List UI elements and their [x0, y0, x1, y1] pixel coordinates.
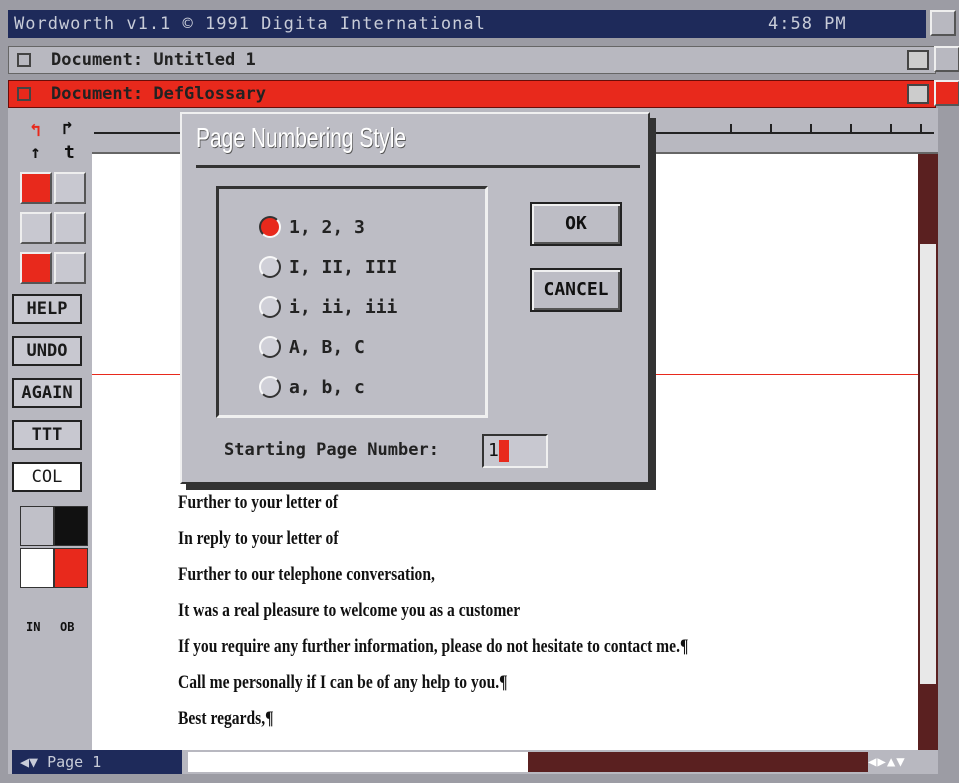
- option-label: 1, 2, 3: [289, 216, 365, 238]
- align-left-icon[interactable]: [20, 172, 52, 204]
- ruler-tick: [810, 124, 812, 134]
- window-depth-icon[interactable]: [934, 80, 959, 106]
- align-center-icon[interactable]: [20, 212, 52, 244]
- ruler-tick: [850, 124, 852, 134]
- cancel-button[interactable]: CANCEL: [530, 268, 622, 312]
- window-title: Document: DefGlossary: [51, 84, 266, 104]
- toolbox-small-label-right: OB: [60, 620, 75, 634]
- option-label: a, b, c: [289, 376, 365, 398]
- screen-title: Wordworth v1.1 © 1991 Digita Internation…: [14, 14, 486, 34]
- horizontal-scroll-track[interactable]: [528, 752, 868, 772]
- starting-page-label: Starting Page Number:: [224, 440, 439, 460]
- glossary-line[interactable]: It was a real pleasure to welcome you as…: [178, 600, 520, 622]
- ruler-tick: [920, 124, 922, 134]
- option-label: I, II, III: [289, 256, 398, 278]
- glossary-line[interactable]: Further to our telephone conversation,: [178, 564, 435, 586]
- zoom-icon[interactable]: [907, 84, 929, 104]
- spacing-single-icon[interactable]: [20, 252, 52, 284]
- radio-icon[interactable]: [259, 376, 281, 398]
- tab-right-icon[interactable]: ↱: [62, 118, 73, 139]
- dialog-title: Page Numbering Style: [196, 122, 407, 153]
- scroll-arrows-icon[interactable]: ◀▶▲▼: [868, 750, 938, 774]
- window-titlebar-defglossary[interactable]: Document: DefGlossary: [8, 80, 936, 108]
- clock: 4:58 PM: [768, 14, 847, 34]
- toolbox-small-label-left: IN: [26, 620, 41, 634]
- color-swatch-grey[interactable]: [20, 506, 54, 546]
- radio-icon[interactable]: [259, 296, 281, 318]
- option-roman-upper[interactable]: I, II, III: [259, 253, 397, 281]
- window-depth-icon[interactable]: [934, 46, 959, 72]
- close-icon[interactable]: [17, 53, 31, 67]
- screen-depth-icon[interactable]: [930, 10, 956, 36]
- help-button[interactable]: HELP: [12, 294, 82, 324]
- tab-t-icon[interactable]: t: [64, 142, 75, 163]
- again-button[interactable]: AGAIN: [12, 378, 82, 408]
- option-alpha-upper[interactable]: A, B, C: [259, 333, 365, 361]
- scroll-knob[interactable]: [920, 244, 936, 684]
- vertical-scrollbar[interactable]: [918, 154, 938, 750]
- ruler-tick: [730, 124, 732, 134]
- glossary-line[interactable]: In reply to your letter of: [178, 528, 339, 550]
- page-arrows-icon[interactable]: ◀▼: [20, 753, 47, 771]
- zoom-icon[interactable]: [907, 50, 929, 70]
- col-button[interactable]: COL: [12, 462, 82, 492]
- glossary-line[interactable]: Best regards,¶: [178, 708, 274, 730]
- text-cursor: [498, 440, 509, 462]
- dialog-titlebar[interactable]: Page Numbering Style: [196, 122, 640, 168]
- status-bar: ◀▼ Page 1 ◀▶▲▼: [8, 750, 938, 774]
- glossary-line[interactable]: Further to your letter of: [178, 492, 338, 514]
- undo-button[interactable]: UNDO: [12, 336, 82, 366]
- align-right-icon[interactable]: [54, 172, 86, 204]
- ok-button[interactable]: OK: [530, 202, 622, 246]
- starting-page-value: 1: [488, 440, 499, 461]
- ruler-tick: [770, 124, 772, 134]
- window-titlebar-untitled[interactable]: Document: Untitled 1: [8, 46, 936, 74]
- spacing-double-icon[interactable]: [54, 252, 86, 284]
- radio-selected-icon[interactable]: [259, 216, 281, 238]
- numbering-options-group: 1, 2, 3 I, II, III i, ii, iii A, B, C a,…: [216, 186, 488, 418]
- align-justify-icon[interactable]: [54, 212, 86, 244]
- radio-icon[interactable]: [259, 336, 281, 358]
- page-numbering-dialog: Page Numbering Style 1, 2, 3 I, II, III …: [180, 112, 650, 484]
- option-arabic[interactable]: 1, 2, 3: [259, 213, 365, 241]
- page-number: Page 1: [47, 753, 102, 771]
- option-alpha-lower[interactable]: a, b, c: [259, 373, 365, 401]
- option-label: A, B, C: [289, 336, 365, 358]
- screen-title-bar: Wordworth v1.1 © 1991 Digita Internation…: [8, 10, 926, 38]
- tab-left-icon[interactable]: ↰: [30, 120, 41, 141]
- window-title: Document: Untitled 1: [51, 50, 256, 70]
- glossary-line[interactable]: Call me personally if I can be of any he…: [178, 672, 508, 694]
- ruler-tick: [890, 124, 892, 134]
- color-swatch-black[interactable]: [54, 506, 88, 546]
- text-styles-button[interactable]: TTT: [12, 420, 82, 450]
- color-swatch-red[interactable]: [54, 548, 88, 588]
- option-roman-lower[interactable]: i, ii, iii: [259, 293, 397, 321]
- toolbox: ↰ ↱ ↑ t HELP UNDO AGAIN TTT COL IN OB: [8, 108, 92, 750]
- glossary-line[interactable]: If you require any further information, …: [178, 636, 688, 658]
- tab-up-icon[interactable]: ↑: [30, 142, 41, 163]
- page-indicator[interactable]: ◀▼ Page 1: [12, 750, 182, 774]
- close-icon[interactable]: [17, 87, 31, 101]
- horizontal-scrollbar[interactable]: [188, 752, 528, 772]
- option-label: i, ii, iii: [289, 296, 398, 318]
- radio-icon[interactable]: [259, 256, 281, 278]
- color-swatch-white[interactable]: [20, 548, 54, 588]
- starting-page-input[interactable]: 1: [482, 434, 548, 468]
